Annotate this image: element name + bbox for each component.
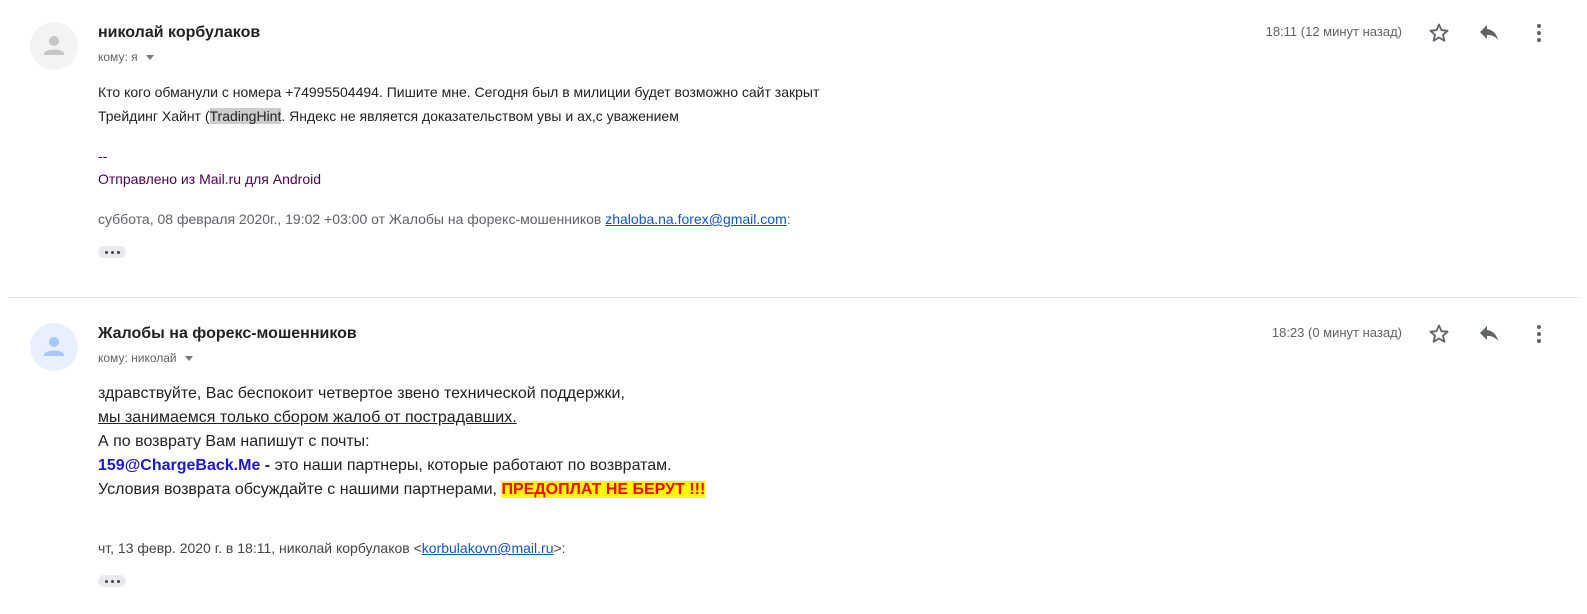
message-time: 18:11 (12 минут назад) <box>1265 24 1402 39</box>
star-button[interactable] <box>1427 21 1451 45</box>
ellipsis-icon <box>116 579 120 583</box>
partner-email: 159@ChargeBack.Me <box>98 457 261 474</box>
quote-header: чт, 13 февр. 2020 г. в 18:11, николай ко… <box>98 540 566 556</box>
message-1: николай корбулаков кому: я 18:11 (12 мин… <box>0 0 1587 298</box>
body-line: мы занимаемся только сбором жалоб от пос… <box>98 409 517 426</box>
quote-text: чт, 13 февр. 2020 г. в 18:11, николай ко… <box>98 540 422 556</box>
message-time: 18:23 (0 минут назад) <box>1271 325 1402 340</box>
message-body: здравствуйте, Вас беспокоит четвертое зв… <box>98 382 706 502</box>
star-icon <box>1429 23 1449 42</box>
quote-text: : <box>786 211 791 227</box>
reply-icon <box>1480 326 1498 341</box>
more-options-button[interactable] <box>1527 322 1551 346</box>
body-line: 159@ChargeBack.Me - это наши партнеры, к… <box>98 454 705 478</box>
chevron-down-icon[interactable] <box>145 55 154 61</box>
body-line: Условия возврата обсуждайте с нашими пар… <box>98 478 706 502</box>
signature-text: Отправлено из Mail.ru для Android <box>98 171 322 187</box>
recipient-label: кому: я <box>98 50 138 64</box>
star-button[interactable] <box>1427 322 1451 346</box>
body-line: Кто кого обманули с номера +74995504494.… <box>98 84 820 100</box>
recipient-label: кому: николай <box>98 351 177 365</box>
reply-icon <box>1480 25 1498 40</box>
ellipsis-icon <box>104 579 108 583</box>
reply-button[interactable] <box>1477 322 1501 346</box>
quote-header: суббота, 08 февраля 2020г., 19:02 +03:00… <box>98 211 791 227</box>
quote-email-link[interactable]: korbulakovn@mail.ru <box>422 540 554 556</box>
show-trimmed-content-button[interactable] <box>98 246 126 258</box>
sender-name: Жалобы на форекс-мошенников <box>98 325 357 342</box>
body-line: Трейдинг Хайнт (TradingHint. Яндекс не я… <box>98 104 819 128</box>
body-text: Трейдинг Хайнт ( <box>98 108 210 124</box>
recipient-details[interactable]: кому: я <box>98 50 154 64</box>
quote-email-link[interactable]: zhaloba.na.forex@gmail.com <box>605 211 787 227</box>
body-line: А по возврату Вам напишут с почты: <box>98 433 370 450</box>
person-icon <box>44 36 64 55</box>
star-icon <box>1429 324 1449 343</box>
message-2: Жалобы на форекс-мошенников кому: никола… <box>0 299 1587 614</box>
message-body: Кто кого обманули с номера +74995504494.… <box>98 80 819 128</box>
signature-dash: -- <box>98 148 108 164</box>
body-text: - <box>260 457 271 474</box>
ellipsis-icon <box>110 250 114 254</box>
warning-text: ПРЕДОПЛАТ НЕ БЕРУТ !!! <box>501 481 706 498</box>
body-text: . Яндекс не является доказательством увы… <box>281 108 679 124</box>
recipient-details[interactable]: кому: николай <box>98 351 193 365</box>
ellipsis-icon <box>104 250 108 254</box>
chevron-down-icon[interactable] <box>184 356 193 362</box>
more-vert-icon <box>1537 24 1541 42</box>
show-trimmed-content-button[interactable] <box>98 575 126 587</box>
sender-avatar[interactable] <box>30 22 78 70</box>
person-icon <box>44 337 64 356</box>
quote-text: >: <box>553 540 566 556</box>
reply-button[interactable] <box>1477 21 1501 45</box>
ellipsis-icon <box>116 250 120 254</box>
body-text: Условия возврата обсуждайте с нашими пар… <box>98 481 502 498</box>
more-vert-icon <box>1537 325 1541 343</box>
quote-text: суббота, 08 февраля 2020г., 19:02 +03:00… <box>98 211 606 227</box>
more-options-button[interactable] <box>1527 21 1551 45</box>
body-line: здравствуйте, Вас беспокоит четвертое зв… <box>98 385 625 402</box>
sender-avatar[interactable] <box>30 323 78 371</box>
ellipsis-icon <box>110 579 114 583</box>
message-divider <box>8 297 1579 298</box>
highlighted-text: TradingHint <box>209 108 282 124</box>
sender-name: николай корбулаков <box>98 24 261 41</box>
body-text: это наши партнеры, которые работают по в… <box>270 457 672 474</box>
